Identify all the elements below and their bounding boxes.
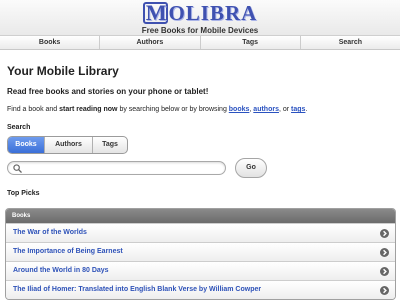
top-picks-list: Books The War of the Worlds The Importan… [5,208,396,300]
segment-tags[interactable]: Tags [93,137,127,153]
link-authors[interactable]: authors [253,106,279,113]
list-item-label: The War of the Worlds [13,229,87,236]
top-nav: Books Authors Tags Search [0,36,400,50]
link-books[interactable]: books [229,106,250,113]
segment-books[interactable]: Books [8,137,45,153]
chevron-right-icon [380,267,389,276]
logo-m: M [142,2,169,24]
nav-authors[interactable]: Authors [100,36,201,49]
list-header: Books [6,209,395,223]
chevron-right-icon [380,286,389,295]
list-item-label: Around the World in 80 Days [13,267,109,274]
page-title: Your Mobile Library [7,64,119,78]
intro-tagline: Read free books and stories on your phon… [7,87,209,96]
chevron-right-icon [380,248,389,257]
search-icon [13,164,22,173]
search-field[interactable] [7,161,226,175]
list-item[interactable]: The Importance of Being Earnest [6,242,395,261]
chevron-right-icon [380,229,389,238]
desc-text-4: , or [278,106,292,113]
nav-books[interactable]: Books [0,36,101,49]
search-label: Search [7,124,31,131]
desc-bold: start reading now [59,106,118,113]
search-type-segmented-control: Books Authors Tags [7,136,128,154]
go-button[interactable]: Go [235,158,267,178]
desc-text-1: Find a book and [7,106,60,113]
segment-authors[interactable]: Authors [45,137,93,153]
list-item-label: The Iliad of Homer: Translated into Engl… [13,286,262,293]
app-header: M OLIBRA Free Books for Mobile Devices [0,0,400,36]
list-item[interactable]: The War of the Worlds [6,223,395,242]
logo-text: OLIBRA [168,0,258,25]
desc-text-2: by searching below or by browsing [117,106,229,113]
site-tagline: Free Books for Mobile Devices [141,26,259,35]
top-picks-heading: Top Picks [7,190,40,197]
list-item[interactable]: Around the World in 80 Days [6,261,395,280]
link-tags[interactable]: tags [291,106,305,113]
list-item-label: The Importance of Being Earnest [13,248,123,255]
molibra-logo[interactable]: M OLIBRA [142,0,258,25]
nav-search[interactable]: Search [301,36,400,49]
list-item[interactable]: The Iliad of Homer: Translated into Engl… [6,280,395,299]
intro-description: Find a book and start reading now by sea… [7,106,307,113]
nav-tags[interactable]: Tags [201,36,301,49]
desc-text-5: . [305,106,308,113]
